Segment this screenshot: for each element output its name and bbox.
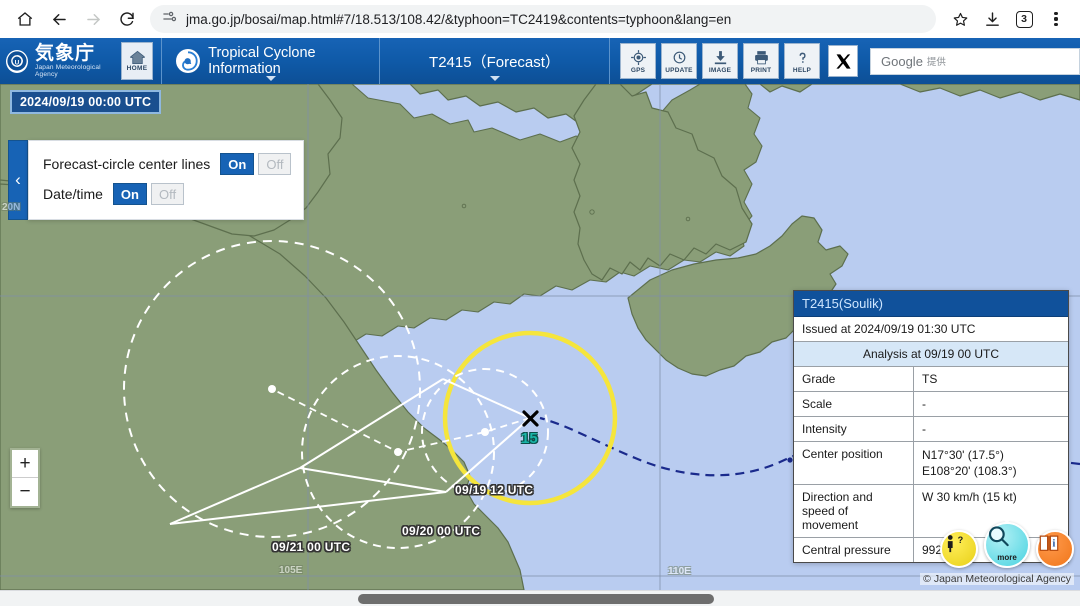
map-settings-panel: ‹ Forecast-circle center lines On Off Da…: [8, 140, 305, 220]
reload-icon[interactable]: [112, 4, 142, 34]
jma-header: U 気象庁 Japan Meteorological Agency HOME T…: [0, 38, 1080, 84]
help-button-label: HELP: [792, 66, 812, 74]
table-row: Center position N17°30' (17.5°) E108°20'…: [794, 442, 1068, 486]
search-placeholder: Google: [881, 53, 923, 69]
print-button-label: PRINT: [750, 66, 772, 74]
table-row: Grade TS: [794, 367, 1068, 392]
forward-arrow-icon: [78, 4, 108, 34]
info-value-center-position: N17°30' (17.5°) E108°20' (108.3°): [914, 442, 1068, 484]
info-key-central-pressure: Central pressure: [794, 538, 914, 563]
info-key-center-position: Center position: [794, 442, 914, 485]
print-button[interactable]: PRINT: [743, 43, 779, 79]
home-icon[interactable]: [10, 4, 40, 34]
map-copyright: © Japan Meteorological Agency: [920, 573, 1074, 585]
map-widget-bubbles: ? more i: [940, 513, 1074, 568]
info-key-direction-speed: Direction and speed of movement: [794, 485, 914, 538]
info-value-longitude: E108°20' (108.3°): [922, 464, 1017, 479]
zoom-in-button[interactable]: +: [12, 450, 38, 478]
map-timestamp-chip: 2024/09/19 00:00 UTC: [10, 90, 162, 114]
download-icon[interactable]: [978, 5, 1006, 33]
info-value-grade: TS: [922, 372, 938, 386]
address-bar[interactable]: jma.go.jp/bosai/map.html#7/18.513/108.42…: [150, 5, 936, 33]
more-bubble-label: more: [997, 553, 1017, 562]
tab-tropical-cyclone-information[interactable]: Tropical Cyclone Information: [162, 38, 380, 84]
setting-label-datetime: Date/time: [43, 186, 103, 202]
cyclone-swirl-icon: [176, 49, 201, 73]
info-value-latitude: N17°30' (17.5°): [922, 448, 1004, 462]
horizontal-scrollbar[interactable]: [0, 590, 1080, 606]
update-button[interactable]: UPDATE: [661, 43, 697, 79]
image-button-label: IMAGE: [708, 66, 732, 74]
home-button[interactable]: HOME: [120, 42, 154, 80]
info-value-intensity: -: [922, 422, 926, 436]
jma-mark-icon: U: [6, 49, 28, 73]
info-panel-subtitle: Analysis at 09/19 00 UTC: [794, 342, 1068, 367]
toggle-center-lines-on[interactable]: On: [220, 153, 255, 175]
open-book-info-icon[interactable]: i: [1036, 530, 1074, 568]
update-button-label: UPDATE: [665, 66, 693, 74]
gps-button[interactable]: GPS: [620, 43, 656, 79]
agency-name-ja: 気象庁: [35, 43, 96, 64]
zoom-out-button[interactable]: −: [12, 478, 38, 506]
header-toolbar: GPS UPDATE IMAGE PRINT HELP Google 提供: [610, 43, 1080, 79]
setting-row-center-lines: Forecast-circle center lines On Off: [43, 149, 292, 179]
gps-button-label: GPS: [630, 66, 646, 74]
info-value-scale: -: [922, 397, 926, 411]
info-key-scale: Scale: [794, 392, 914, 416]
info-panel-issued: Issued at 2024/09/19 01:30 UTC: [794, 317, 1068, 342]
url-text: jma.go.jp/bosai/map.html#7/18.513/108.42…: [186, 11, 732, 27]
site-settings-icon[interactable]: [162, 9, 177, 29]
search-input[interactable]: Google 提供: [870, 47, 1080, 75]
tab-count-label: 3: [1015, 10, 1033, 28]
collapse-panel-button[interactable]: ‹: [8, 140, 28, 220]
tab-cyclone-label: Tropical Cyclone Information: [208, 45, 316, 77]
table-row: Scale -: [794, 392, 1068, 417]
home-button-label: HOME: [126, 65, 148, 72]
chevron-down-icon: [265, 76, 276, 81]
toggle-datetime-off[interactable]: Off: [150, 183, 185, 205]
info-panel-title: T2415(Soulik): [794, 291, 1068, 317]
x-twitter-icon[interactable]: [828, 45, 858, 77]
back-arrow-icon[interactable]: [44, 4, 74, 34]
svg-text:U: U: [15, 59, 20, 66]
tab-storm-forecast[interactable]: T2415（Forecast）: [380, 38, 610, 84]
agency-name-en: Japan Meteorological Agency: [35, 64, 101, 78]
info-key-grade: Grade: [794, 367, 914, 391]
map-zoom-controls: + −: [10, 448, 40, 508]
table-row: Intensity -: [794, 417, 1068, 442]
person-question-icon[interactable]: ?: [940, 530, 978, 568]
svg-text:i: i: [1053, 539, 1056, 550]
toggle-center-lines: On Off: [220, 153, 292, 175]
tab-count-icon[interactable]: 3: [1010, 5, 1038, 33]
bookmark-star-icon[interactable]: [946, 5, 974, 33]
toggle-datetime: On Off: [112, 183, 185, 205]
tab-storm-label: T2415（Forecast）: [429, 53, 560, 71]
image-button[interactable]: IMAGE: [702, 43, 738, 79]
toggle-datetime-on[interactable]: On: [112, 183, 147, 205]
magnifier-more-icon[interactable]: more: [984, 513, 1030, 568]
setting-label-center-lines: Forecast-circle center lines: [43, 156, 211, 172]
browser-toolbar: jma.go.jp/bosai/map.html#7/18.513/108.42…: [0, 0, 1080, 38]
setting-row-datetime: Date/time On Off: [43, 179, 291, 209]
jma-logo[interactable]: U 気象庁 Japan Meteorological Agency HOME: [0, 38, 163, 84]
info-key-intensity: Intensity: [794, 417, 914, 441]
help-button[interactable]: HELP: [784, 43, 820, 79]
toggle-center-lines-off[interactable]: Off: [258, 153, 292, 175]
search-placeholder-suffix: 提供: [926, 57, 946, 68]
chevron-down-icon: [489, 76, 500, 81]
svg-text:?: ?: [958, 535, 964, 545]
browser-menu-icon[interactable]: [1042, 5, 1070, 33]
scrollbar-thumb[interactable]: [358, 594, 714, 604]
map-canvas[interactable]: 2024/09/19 00:00 UTC ‹ Forecast-circle c…: [0, 84, 1080, 590]
